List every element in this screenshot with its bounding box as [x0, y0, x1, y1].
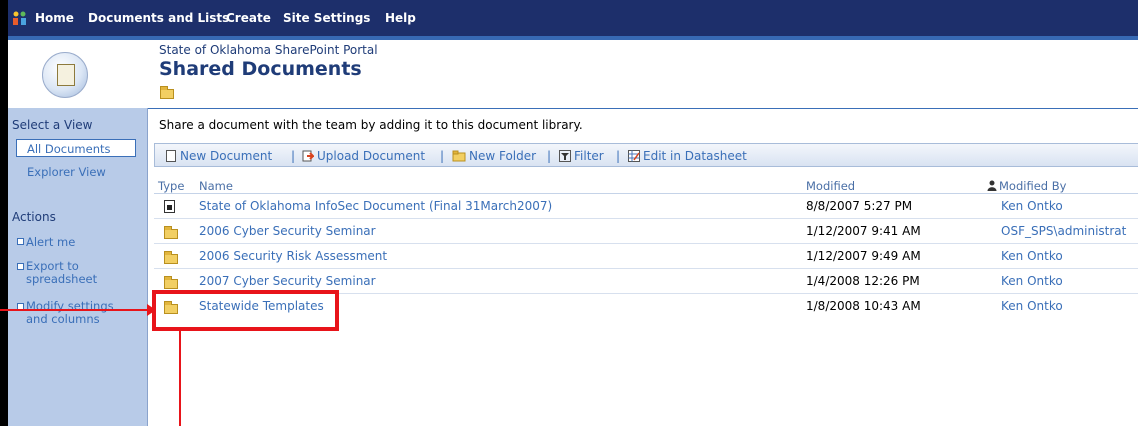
row-modified: 1/12/2007 9:41 AM — [806, 224, 921, 238]
row-modified-by-link[interactable]: Ken Ontko — [1001, 274, 1063, 288]
row-modified: 1/12/2007 9:49 AM — [806, 249, 921, 263]
filter-button[interactable]: Filter — [559, 149, 604, 163]
action-export-to-spreadsheet[interactable]: Export to spreadsheet — [17, 260, 137, 286]
nav-home-link[interactable]: Home — [35, 11, 74, 25]
edit-in-datasheet-button[interactable]: Edit in Datasheet — [628, 149, 747, 163]
folder-up-icon[interactable] — [160, 86, 174, 99]
nav-documents-and-lists-link[interactable]: Documents and Lists — [88, 11, 229, 25]
row-modified-by-link[interactable]: Ken Ontko — [1001, 249, 1063, 263]
page-title: Shared Documents — [159, 58, 362, 80]
window-frame — [0, 0, 8, 426]
column-header-modified[interactable]: Modified — [806, 179, 855, 193]
header-accent-bar — [8, 36, 1138, 40]
table-row: 2006 Security Risk Assessment 1/12/2007 … — [154, 244, 1138, 269]
top-navigation-bar: Home Documents and Lists Create Site Set… — [0, 0, 1138, 36]
new-folder-icon — [452, 150, 466, 162]
column-header-type[interactable]: Type — [158, 179, 184, 193]
view-all-documents-label: All Documents — [27, 142, 111, 156]
document-icon[interactable] — [164, 200, 175, 213]
table-row: State of Oklahoma InfoSec Document (Fina… — [154, 194, 1138, 219]
actions-heading: Actions — [12, 210, 56, 224]
row-modified: 1/4/2008 12:26 PM — [806, 274, 920, 288]
row-modified-by-link[interactable]: OSF_SPS\administrat — [1001, 224, 1126, 238]
action-modify-line2: and columns — [26, 312, 100, 326]
user-icon — [987, 180, 997, 191]
datasheet-icon — [628, 150, 640, 162]
annotation-callout-line — [179, 330, 181, 426]
column-header-name[interactable]: Name — [199, 179, 233, 193]
select-view-heading: Select a View — [12, 118, 93, 132]
new-folder-button[interactable]: New Folder — [452, 149, 536, 163]
annotation-arrow-line — [0, 309, 153, 311]
nav-site-settings-link[interactable]: Site Settings — [283, 11, 370, 25]
edit-in-datasheet-label: Edit in Datasheet — [643, 149, 747, 163]
toolbar-separator: | — [616, 149, 621, 163]
action-modify-settings[interactable]: Modify settings and columns — [17, 300, 137, 326]
upload-document-button[interactable]: Upload Document — [302, 149, 425, 163]
row-name-link[interactable]: 2006 Cyber Security Seminar — [199, 224, 376, 238]
row-modified: 8/8/2007 5:27 PM — [806, 199, 913, 213]
folder-icon[interactable] — [164, 251, 178, 264]
new-document-label: New Document — [180, 149, 273, 163]
view-explorer-view[interactable]: Explorer View — [27, 165, 106, 179]
action-alert-me[interactable]: Alert me — [17, 235, 137, 249]
new-document-icon — [166, 150, 176, 162]
row-name-link[interactable]: 2007 Cyber Security Seminar — [199, 274, 376, 288]
filter-icon — [559, 150, 571, 162]
library-toolbar: New Document | Upload Document | New Fol… — [154, 143, 1138, 167]
toolbar-separator: | — [440, 149, 445, 163]
new-folder-label: New Folder — [469, 149, 537, 163]
row-modified-by-link[interactable]: Ken Ontko — [1001, 199, 1063, 213]
folder-icon[interactable] — [164, 226, 178, 239]
bullet-icon — [17, 238, 24, 245]
toolbar-separator: | — [547, 149, 552, 163]
portal-name-link[interactable]: State of Oklahoma SharePoint Portal — [159, 43, 378, 57]
nav-help-link[interactable]: Help — [385, 11, 416, 25]
column-header-modified-by[interactable]: Modified By — [987, 179, 1066, 193]
upload-document-label: Upload Document — [317, 149, 426, 163]
row-modified-by-link[interactable]: Ken Ontko — [1001, 299, 1063, 313]
row-name-link[interactable]: 2006 Security Risk Assessment — [199, 249, 387, 263]
action-alert-me-label: Alert me — [26, 235, 76, 249]
filter-label: Filter — [574, 149, 604, 163]
new-document-button[interactable]: New Document — [165, 149, 272, 163]
annotation-highlight-box — [152, 290, 339, 331]
title-divider — [148, 108, 1138, 109]
view-all-documents[interactable]: All Documents — [16, 139, 136, 157]
nav-create-link[interactable]: Create — [226, 11, 271, 25]
table-row: 2006 Cyber Security Seminar 1/12/2007 9:… — [154, 219, 1138, 244]
sharepoint-logo-icon — [12, 10, 28, 26]
column-header-modified-by-label: Modified By — [999, 179, 1067, 193]
folder-icon[interactable] — [164, 276, 178, 289]
toolbar-separator: | — [291, 149, 296, 163]
row-modified: 1/8/2008 10:43 AM — [806, 299, 921, 313]
document-library-icon — [42, 52, 88, 98]
library-description: Share a document with the team by adding… — [159, 118, 583, 132]
row-name-link[interactable]: State of Oklahoma InfoSec Document (Fina… — [199, 199, 552, 213]
upload-icon — [302, 150, 314, 162]
action-export-line2: spreadsheet — [26, 272, 98, 286]
bullet-icon — [17, 263, 24, 270]
